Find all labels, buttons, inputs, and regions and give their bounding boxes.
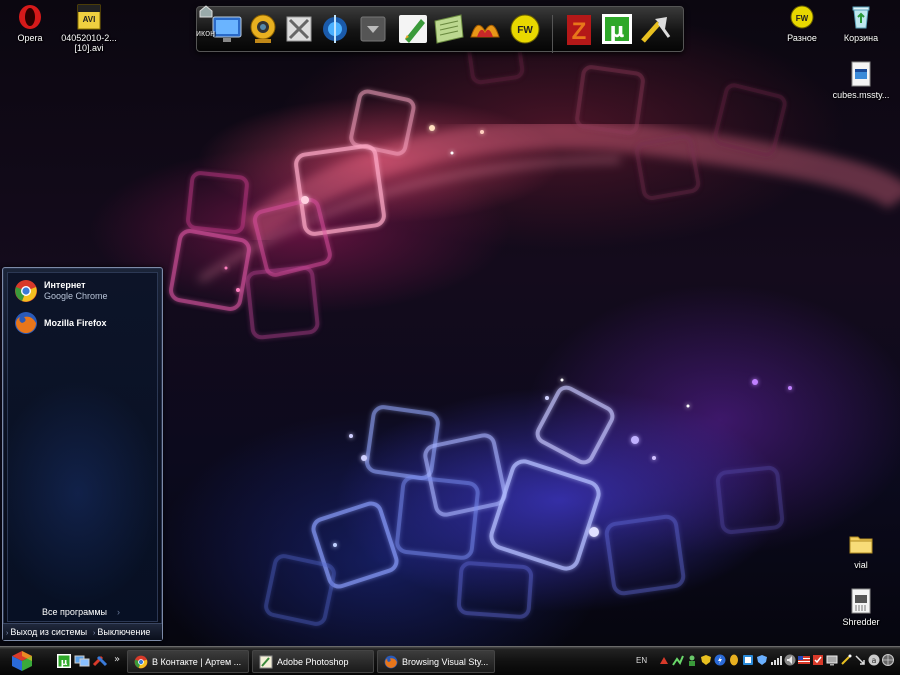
svg-text:µ: µ xyxy=(610,18,625,42)
dock-separator xyxy=(552,15,553,53)
start-menu-item-title: Mozilla Firefox xyxy=(44,318,107,328)
filezilla-icon[interactable]: Z xyxy=(561,11,597,47)
coin-icon[interactable] xyxy=(728,654,740,666)
taskbar-button-photoshop[interactable]: Adobe Photoshop xyxy=(252,650,374,673)
network-quicklaunch-icon[interactable] xyxy=(74,653,90,669)
shutdown-label: Выключение xyxy=(97,627,151,637)
person-icon[interactable] xyxy=(686,654,698,666)
shield-blue-icon[interactable] xyxy=(756,654,768,666)
start-menu-item-chrome[interactable]: Интернет Google Chrome xyxy=(14,277,154,305)
wrench-icon[interactable] xyxy=(637,11,673,47)
desktop-icon-avi[interactable]: AVI 04052010-2... [10].avi xyxy=(50,3,128,53)
up-arrow-icon[interactable] xyxy=(658,654,670,666)
us-flag-icon[interactable] xyxy=(798,654,810,666)
chrome-icon xyxy=(14,279,38,303)
desktop-icon-label: Корзина xyxy=(843,33,879,43)
photoshop-icon xyxy=(259,655,273,669)
start-menu-item-title: Интернет xyxy=(44,280,86,290)
antivirus-icon[interactable] xyxy=(812,654,824,666)
all-programs-label: Все программы xyxy=(42,607,108,617)
desktop-icon-label: 04052010-2... [10].avi xyxy=(61,33,117,53)
desktop-icon-vial[interactable]: vial xyxy=(822,530,900,570)
at-sign-icon[interactable]: a xyxy=(868,654,880,666)
wand-icon[interactable] xyxy=(840,654,852,666)
shutdown-button[interactable]: › Выключение xyxy=(93,627,150,637)
smiley-fw-icon: FW xyxy=(788,3,816,31)
desktop-icon-label: Shredder xyxy=(842,617,880,627)
taskbar-button-label: Adobe Photoshop xyxy=(277,657,349,667)
svg-text:FW: FW xyxy=(517,25,533,36)
svg-text:FW: FW xyxy=(796,14,809,23)
arrow-icon[interactable] xyxy=(854,654,866,666)
tools-quicklaunch-icon[interactable] xyxy=(92,653,108,669)
svg-text:Z: Z xyxy=(572,18,587,45)
desktop-icon-shredder[interactable]: Shredder xyxy=(822,587,900,627)
opera-icon xyxy=(16,3,44,31)
chevron-right-icon: › xyxy=(93,630,96,637)
taskbar-button-label: В Контакте | Артем ... xyxy=(152,657,242,667)
quicklaunch-more-button[interactable]: » xyxy=(114,654,120,665)
dropdown-arrow-icon[interactable] xyxy=(359,15,387,43)
chevron-right-icon: › xyxy=(117,607,121,617)
video-file-icon: AVI xyxy=(75,3,103,31)
windows-cube-icon xyxy=(12,651,32,671)
desktop-icon-cubes[interactable]: cubes.mssty... xyxy=(822,60,900,100)
signal-bars-icon[interactable] xyxy=(770,654,782,666)
home-icon xyxy=(198,4,214,18)
start-menu-item-subtitle: Google Chrome xyxy=(44,291,108,301)
network-activity-icon[interactable] xyxy=(672,654,684,666)
flag-icon[interactable] xyxy=(742,654,754,666)
notes-icon[interactable] xyxy=(431,11,467,47)
dock-bar: FW Z µ xyxy=(196,6,684,53)
dock-partial-label: икон xyxy=(196,28,216,38)
start-button[interactable] xyxy=(10,649,34,673)
flower-icon[interactable] xyxy=(467,11,503,47)
start-menu: Интернет Google Chrome Mozilla Firefox В… xyxy=(2,267,163,641)
fw-smiley-icon[interactable]: FW xyxy=(507,11,543,47)
svg-text:a: a xyxy=(872,656,877,665)
start-menu-programs-pane: Интернет Google Chrome Mozilla Firefox В… xyxy=(7,272,158,622)
monitor-icon[interactable] xyxy=(826,654,838,666)
desktop-icon-label: vial xyxy=(854,560,868,570)
logoff-button[interactable]: › Выход из системы xyxy=(6,627,87,637)
utorrent-icon[interactable]: µ xyxy=(599,11,635,47)
all-programs-button[interactable]: Все программы › xyxy=(42,607,120,617)
language-indicator[interactable]: EN xyxy=(636,656,647,665)
taskbar-button-vkontakte[interactable]: В Контакте | Артем ... xyxy=(127,650,249,673)
pen-icon[interactable] xyxy=(395,11,431,47)
svg-text:µ: µ xyxy=(61,658,68,668)
shield-icon[interactable] xyxy=(700,654,712,666)
desktop-icon-recycle-bin[interactable]: Корзина xyxy=(822,3,900,43)
taskbar-button-firefox[interactable]: Browsing Visual Sty... xyxy=(377,650,495,673)
logoff-label: Выход из системы xyxy=(10,627,88,637)
msstyles-file-icon xyxy=(847,60,875,88)
utorrent-quicklaunch-icon[interactable]: µ xyxy=(56,653,72,669)
svg-text:AVI: AVI xyxy=(83,15,96,24)
webcam-icon[interactable] xyxy=(245,11,281,47)
start-menu-footer: › Выход из системы › Выключение xyxy=(3,623,162,640)
chevron-right-icon: › xyxy=(6,630,9,637)
start-menu-item-firefox[interactable]: Mozilla Firefox xyxy=(14,309,154,337)
folder-icon xyxy=(847,530,875,558)
desktop-icon-label: cubes.mssty... xyxy=(832,90,890,100)
shredder-icon xyxy=(847,587,875,615)
firefox-icon xyxy=(14,311,38,335)
firefox-icon xyxy=(384,655,398,669)
taskbar-button-label: Browsing Visual Sty... xyxy=(402,657,489,667)
speaker-icon[interactable] xyxy=(784,654,796,666)
taskbar: µ » В Контакте | Артем ... Adobe Photosh… xyxy=(0,646,900,675)
recycle-bin-icon xyxy=(847,3,875,31)
system-tray: EN a xyxy=(636,647,900,675)
chrome-icon xyxy=(134,655,148,669)
network-globe-icon[interactable] xyxy=(882,654,894,666)
tools-icon[interactable] xyxy=(281,11,317,47)
lightning-icon[interactable] xyxy=(714,654,726,666)
bluetooth-icon[interactable] xyxy=(317,11,353,47)
